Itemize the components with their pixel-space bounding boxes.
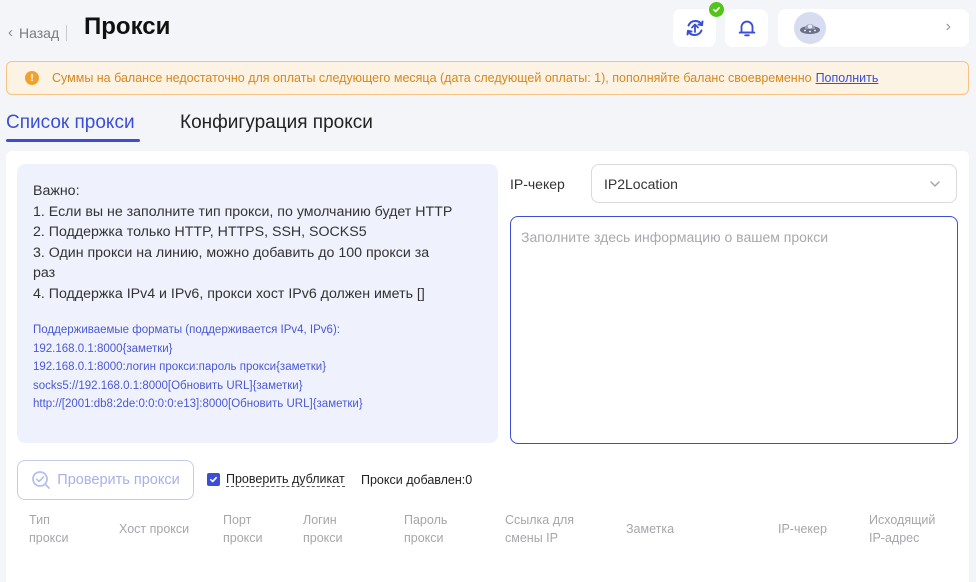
- active-tab-indicator: [6, 139, 140, 142]
- check-badge-icon: [709, 2, 724, 17]
- sync-button[interactable]: [673, 2, 724, 47]
- profile-menu[interactable]: ›: [778, 9, 969, 47]
- ufo-avatar-icon: [800, 24, 820, 34]
- back-label: Назад: [19, 24, 60, 41]
- bell-icon: [738, 20, 755, 37]
- chevron-left-icon: ‹: [8, 24, 13, 41]
- chevron-down-icon: [930, 181, 940, 187]
- instruction-line: 2. Поддержка только HTTP, HTTPS, SSH, SO…: [33, 224, 367, 240]
- column-header-login: Логин прокси: [303, 513, 343, 545]
- column-header-refresh-url: Ссылка для смены IP: [505, 513, 575, 545]
- ip-checker-select[interactable]: IP2Location: [591, 164, 957, 203]
- ip-checker-label: IP-чекер: [510, 176, 565, 192]
- divider: [66, 24, 68, 41]
- ip-checker-value: IP2Location: [604, 175, 678, 192]
- format-line: 192.168.0.1:8000{заметки}: [33, 342, 173, 355]
- sync-icon: [686, 20, 703, 36]
- check-proxy-button[interactable]: Проверить прокси: [17, 460, 194, 500]
- format-line: 192.168.0.1:8000:логин прокси:пароль про…: [33, 361, 327, 373]
- balance-warning: ! Суммы на балансе недостаточно для опла…: [6, 61, 969, 95]
- checkbox-checked-icon: [207, 473, 220, 486]
- column-header-ip-checker: IP-чекер: [778, 522, 827, 536]
- column-header-outgoing-ip: Исходящий IP-адрес: [869, 513, 936, 545]
- instruction-line: 3. Один прокси на линию, можно добавить …: [33, 244, 430, 261]
- instructions-box: Важно: 1. Если вы не заполните тип прокс…: [17, 164, 498, 443]
- format-line: Поддерживаемые форматы (поддерживается I…: [33, 324, 340, 336]
- check-proxy-label: Проверить прокси: [57, 472, 180, 488]
- check-duplicates-checkbox[interactable]: Проверить дубликат: [207, 472, 345, 487]
- tab-proxy-config[interactable]: Конфигурация прокси: [180, 112, 373, 134]
- instruction-line: 1. Если вы не заполните тип прокси, по у…: [33, 203, 453, 220]
- header: ‹ Назад Прокси ›: [0, 0, 976, 58]
- format-line: socks5://192.168.0.1:8000[Обновить URL]{…: [33, 379, 303, 392]
- column-header-type: Тип прокси: [29, 513, 69, 545]
- proxies-added-counter: Прокси добавлен: 0: [361, 473, 472, 487]
- tab-proxy-list[interactable]: Список прокси: [6, 112, 135, 134]
- check-duplicates-label: Проверить дубликат: [226, 472, 345, 487]
- back-button[interactable]: ‹ Назад: [8, 24, 68, 41]
- instruction-line: 4. Поддержка IPv4 и IPv6, прокси хост IP…: [33, 285, 425, 302]
- instruction-line: раз: [33, 265, 56, 281]
- warning-icon: !: [25, 71, 39, 85]
- supported-formats: Поддерживаемые форматы (поддерживается I…: [33, 321, 482, 414]
- notifications-button[interactable]: [725, 9, 768, 47]
- instruction-line: Важно:: [33, 183, 80, 199]
- proxies-added-label: Прокси добавлен:: [361, 473, 466, 487]
- column-header-password: Пароль прокси: [404, 513, 448, 545]
- page-title: Прокси: [84, 13, 171, 40]
- proxy-input[interactable]: [510, 216, 958, 444]
- warning-text: Суммы на балансе недостаточно для оплаты…: [52, 71, 812, 85]
- format-line: http://[2001:db8:2de:0:0:0:0:e13]:8000[О…: [33, 398, 363, 410]
- avatar: [794, 12, 826, 44]
- top-up-link[interactable]: Пополнить: [816, 71, 879, 85]
- column-header-note: Заметка: [626, 522, 675, 536]
- search-icon: [32, 471, 51, 489]
- column-header-port: Порт прокси: [223, 513, 263, 545]
- proxies-added-count: 0: [465, 473, 473, 487]
- column-header-host: Хост прокси: [119, 522, 190, 536]
- chevron-right-icon: ›: [945, 18, 951, 35]
